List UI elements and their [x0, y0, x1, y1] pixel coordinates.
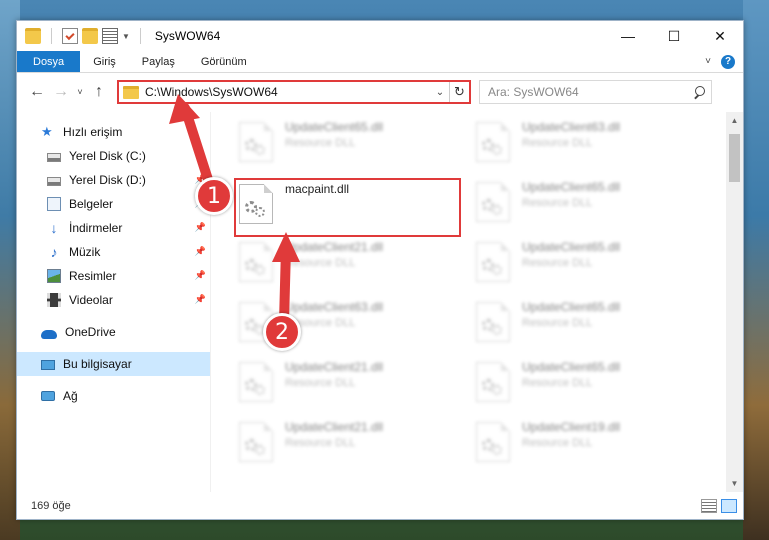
- step-1-badge: 1: [195, 177, 233, 215]
- arrow-1-head: [169, 94, 200, 124]
- step-2-badge: 2: [263, 313, 301, 351]
- arrow-2-head: [272, 232, 300, 262]
- annotation-arrows: [169, 94, 300, 327]
